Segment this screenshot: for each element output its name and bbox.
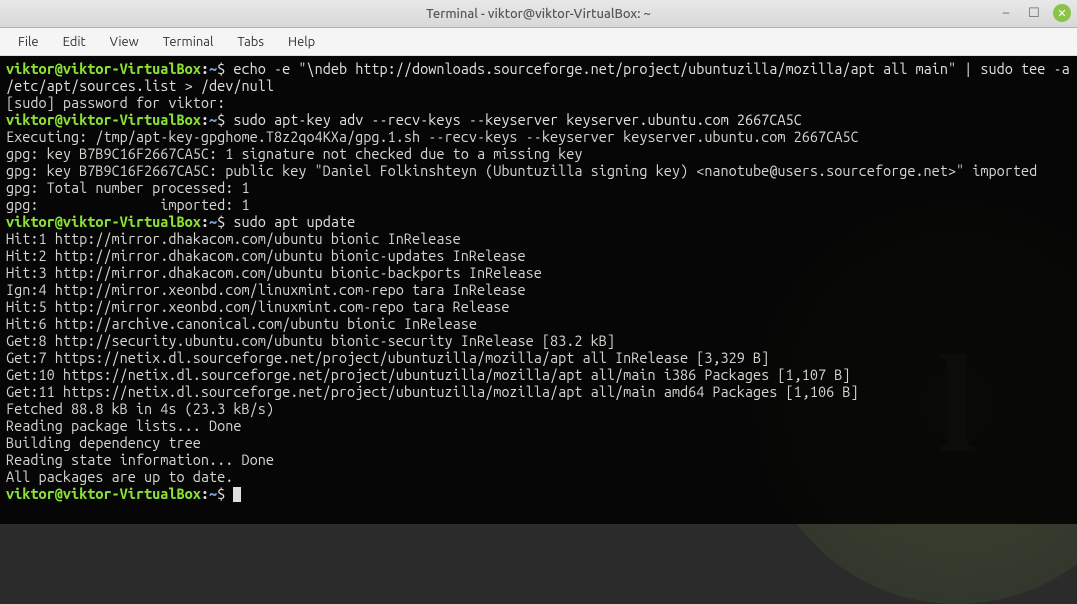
command-line: sudo apt-key adv --recv-keys --keyserver… bbox=[233, 111, 801, 128]
prompt-symbol: $ bbox=[217, 111, 225, 128]
terminal-output: Get:10 https://netix.dl.sourceforge.net/… bbox=[6, 366, 1071, 383]
prompt-colon: : bbox=[201, 60, 209, 77]
terminal-output: Hit:3 http://mirror.dhakacom.com/ubuntu … bbox=[6, 264, 1071, 281]
terminal-window: Terminal - viktor@viktor-VirtualBox: ~ –… bbox=[0, 0, 1077, 524]
prompt-path: ~ bbox=[209, 485, 217, 502]
prompt-user: viktor@viktor-VirtualBox bbox=[6, 485, 201, 502]
prompt-path: ~ bbox=[209, 213, 217, 230]
terminal-output: Get:11 https://netix.dl.sourceforge.net/… bbox=[6, 383, 1071, 400]
prompt-user: viktor@viktor-VirtualBox bbox=[6, 60, 201, 77]
terminal-output: Fetched 88.8 kB in 4s (23.3 kB/s) bbox=[6, 400, 1071, 417]
titlebar[interactable]: Terminal - viktor@viktor-VirtualBox: ~ –… bbox=[0, 0, 1077, 28]
prompt-user: viktor@viktor-VirtualBox bbox=[6, 213, 201, 230]
menu-terminal[interactable]: Terminal bbox=[153, 31, 224, 53]
menu-file[interactable]: File bbox=[8, 31, 49, 53]
terminal-output: gpg: Total number processed: 1 bbox=[6, 179, 1071, 196]
close-button[interactable]: ✕ bbox=[1053, 4, 1071, 22]
terminal-output: Get:7 https://netix.dl.sourceforge.net/p… bbox=[6, 349, 1071, 366]
terminal-output: Ign:4 http://mirror.xeonbd.com/linuxmint… bbox=[6, 281, 1071, 298]
terminal-output: [sudo] password for viktor: bbox=[6, 94, 1071, 111]
menu-tabs[interactable]: Tabs bbox=[227, 31, 274, 53]
window-title: Terminal - viktor@viktor-VirtualBox: ~ bbox=[426, 7, 651, 21]
prompt-symbol: $ bbox=[217, 485, 225, 502]
terminal-output: gpg: imported: 1 bbox=[6, 196, 1071, 213]
prompt-path: ~ bbox=[209, 60, 217, 77]
prompt-colon: : bbox=[201, 485, 209, 502]
terminal-output: Hit:2 http://mirror.dhakacom.com/ubuntu … bbox=[6, 247, 1071, 264]
menu-help[interactable]: Help bbox=[278, 31, 325, 53]
prompt-symbol: $ bbox=[217, 60, 225, 77]
terminal-output: Hit:6 http://archive.canonical.com/ubunt… bbox=[6, 315, 1071, 332]
prompt-user: viktor@viktor-VirtualBox bbox=[6, 111, 201, 128]
terminal-output: Reading state information... Done bbox=[6, 451, 1071, 468]
terminal-content[interactable]: viktor@viktor-VirtualBox:~$ echo -e "\nd… bbox=[0, 56, 1077, 524]
terminal-output: All packages are up to date. bbox=[6, 468, 1071, 485]
prompt-colon: : bbox=[201, 213, 209, 230]
menu-edit[interactable]: Edit bbox=[53, 31, 96, 53]
terminal-output: Executing: /tmp/apt-key-gpghome.T8z2qo4K… bbox=[6, 128, 1071, 145]
prompt-symbol: $ bbox=[217, 213, 225, 230]
minimize-button[interactable]: – bbox=[997, 4, 1015, 22]
terminal-output: gpg: key B7B9C16F2667CA5C: public key "D… bbox=[6, 162, 1071, 179]
cursor-icon bbox=[233, 487, 241, 502]
prompt-colon: : bbox=[201, 111, 209, 128]
command-line: sudo apt update bbox=[233, 213, 355, 230]
terminal-output: Reading package lists... Done bbox=[6, 417, 1071, 434]
menu-view[interactable]: View bbox=[100, 31, 149, 53]
maximize-button[interactable]: ☐ bbox=[1025, 4, 1043, 22]
prompt-path: ~ bbox=[209, 111, 217, 128]
menubar: File Edit View Terminal Tabs Help bbox=[0, 28, 1077, 56]
terminal-output: Hit:1 http://mirror.dhakacom.com/ubuntu … bbox=[6, 230, 1071, 247]
window-controls: – ☐ ✕ bbox=[997, 4, 1071, 22]
terminal-output: Hit:5 http://mirror.xeonbd.com/linuxmint… bbox=[6, 298, 1071, 315]
terminal-output: gpg: key B7B9C16F2667CA5C: 1 signature n… bbox=[6, 145, 1071, 162]
terminal-output: Building dependency tree bbox=[6, 434, 1071, 451]
terminal-output: Get:8 http://security.ubuntu.com/ubuntu … bbox=[6, 332, 1071, 349]
